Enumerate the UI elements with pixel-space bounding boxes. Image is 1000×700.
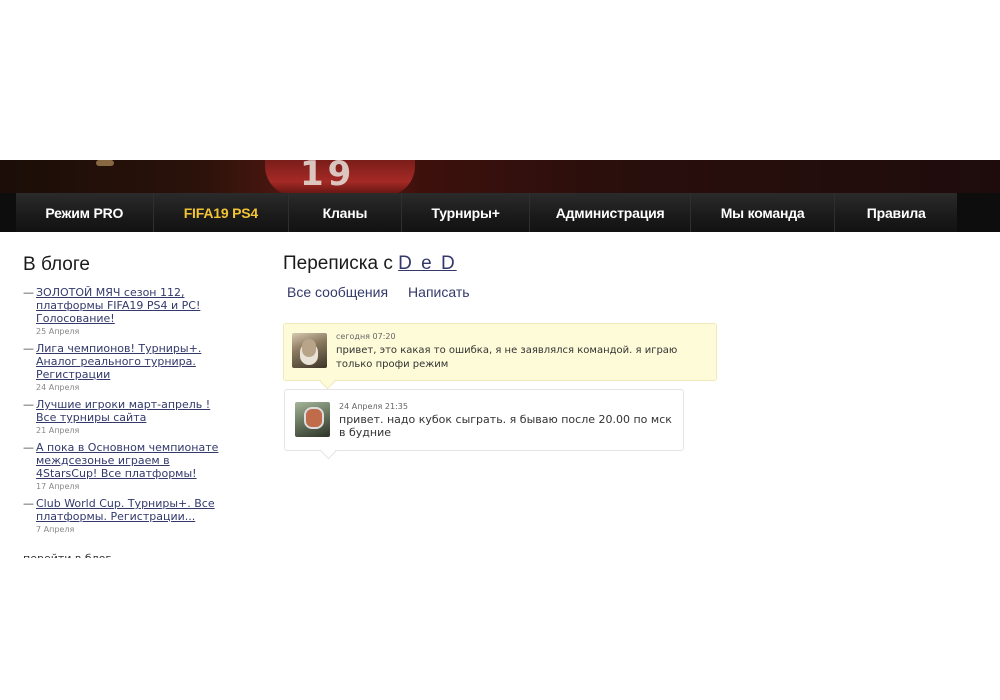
nav-item-pro-mode[interactable]: Режим PRO	[16, 193, 154, 232]
nav-item-clans[interactable]: Кланы	[289, 193, 402, 232]
user-avatar-icon[interactable]	[292, 333, 327, 368]
sidebar-title: В блоге	[23, 254, 90, 275]
blog-item-link[interactable]: Club World Cup. Турниры+. Все платформы.…	[36, 497, 223, 523]
nav-item-fifa19-ps4[interactable]: FIFA19 PS4	[154, 193, 290, 232]
blog-item-link[interactable]: ЗОЛОТОЙ МЯЧ сезон 112, платформы FIFA19 …	[36, 286, 223, 325]
blog-item: — А пока в Основном чемпионате междсезон…	[23, 441, 223, 491]
blog-more-link[interactable]: перейти в блог	[23, 552, 223, 558]
dash-icon: —	[23, 342, 34, 355]
blog-item-date: 7 Апреля	[36, 525, 75, 534]
blog-item-date: 25 Апреля	[36, 327, 80, 336]
message-text: привет. надо кубок сыграть. я бываю посл…	[339, 413, 672, 439]
dash-icon: —	[23, 398, 34, 411]
blog-item-date: 17 Апреля	[36, 482, 80, 491]
tab-write[interactable]: Написать	[408, 284, 469, 300]
blog-item: — Лучшие игроки март-апрель ! Все турнир…	[23, 398, 223, 435]
page-title: Переписка с D e D	[283, 253, 743, 275]
nav-item-administration[interactable]: Администрация	[530, 193, 691, 232]
nav-item-tournaments[interactable]: Турниры+	[402, 193, 531, 232]
user-avatar-icon[interactable]	[295, 402, 330, 437]
blog-sidebar: В блоге — ЗОЛОТОЙ МЯЧ сезон 112, платфор…	[23, 254, 223, 558]
tab-all-messages[interactable]: Все сообщения	[287, 284, 388, 300]
blog-item-link[interactable]: Лига чемпионов! Турниры+. Аналог реально…	[36, 342, 223, 381]
message-time: 24 Апреля 21:35	[339, 402, 408, 411]
blog-item-date: 21 Апреля	[36, 426, 80, 435]
blog-item-date: 24 Апреля	[36, 383, 80, 392]
blog-item: — Club World Cup. Турниры+. Все платформ…	[23, 497, 223, 534]
dash-icon: —	[23, 497, 34, 510]
bubble-tail	[320, 443, 337, 460]
message-time: сегодня 07:20	[336, 332, 396, 341]
nav-item-rules[interactable]: Правила	[835, 193, 957, 232]
banner-jersey-number: 19	[300, 160, 356, 194]
dash-icon: —	[23, 441, 34, 454]
message-text: привет, это какая то ошибка, я не заявля…	[336, 345, 678, 370]
conversation-user-link[interactable]: D e D	[398, 253, 457, 274]
blog-item: — ЗОЛОТОЙ МЯЧ сезон 112, платформы FIFA1…	[23, 286, 223, 336]
conversation-panel: Переписка с D e D Все сообщения Написать	[283, 253, 743, 300]
bubble-tail	[319, 373, 336, 390]
banner-light	[96, 160, 114, 166]
blog-item-link[interactable]: Лучшие игроки март-апрель ! Все турниры …	[36, 398, 223, 424]
page-title-prefix: Переписка с	[283, 253, 393, 274]
main-navigation: Режим PRO FIFA19 PS4 Кланы Турниры+ Адми…	[0, 193, 1000, 232]
blog-item-link[interactable]: А пока в Основном чемпионате междсезонье…	[36, 441, 223, 480]
message-bubble: сегодня 07:20 привет, это какая то ошибк…	[283, 323, 717, 390]
conversation-tabs: Все сообщения Написать	[283, 284, 743, 300]
nav-menu: Режим PRO FIFA19 PS4 Кланы Турниры+ Адми…	[16, 193, 957, 232]
header-banner: 19	[0, 160, 1000, 196]
dash-icon: —	[23, 286, 34, 299]
blog-item: — Лига чемпионов! Турниры+. Аналог реаль…	[23, 342, 223, 392]
message-bubble: 24 Апреля 21:35 привет. надо кубок сыгра…	[284, 389, 684, 460]
nav-item-we-team[interactable]: Мы команда	[691, 193, 836, 232]
